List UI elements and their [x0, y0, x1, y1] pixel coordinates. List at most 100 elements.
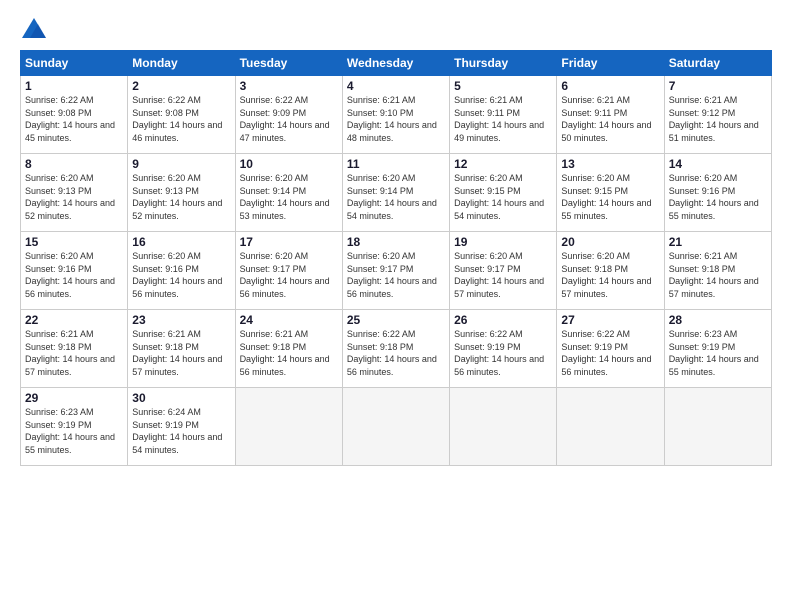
week-row-3: 22 Sunrise: 6:21 AM Sunset: 9:18 PM Dayl…	[21, 310, 772, 388]
day-number: 3	[240, 79, 338, 93]
calendar-cell: 26 Sunrise: 6:22 AM Sunset: 9:19 PM Dayl…	[450, 310, 557, 388]
day-info: Sunrise: 6:21 AM Sunset: 9:12 PM Dayligh…	[669, 94, 767, 144]
day-number: 12	[454, 157, 552, 171]
day-number: 17	[240, 235, 338, 249]
col-header-thursday: Thursday	[450, 51, 557, 76]
day-info: Sunrise: 6:20 AM Sunset: 9:16 PM Dayligh…	[132, 250, 230, 300]
calendar-cell	[235, 388, 342, 466]
day-number: 11	[347, 157, 445, 171]
week-row-4: 29 Sunrise: 6:23 AM Sunset: 9:19 PM Dayl…	[21, 388, 772, 466]
week-row-2: 15 Sunrise: 6:20 AM Sunset: 9:16 PM Dayl…	[21, 232, 772, 310]
day-number: 8	[25, 157, 123, 171]
calendar-cell: 13 Sunrise: 6:20 AM Sunset: 9:15 PM Dayl…	[557, 154, 664, 232]
calendar-cell: 14 Sunrise: 6:20 AM Sunset: 9:16 PM Dayl…	[664, 154, 771, 232]
col-header-tuesday: Tuesday	[235, 51, 342, 76]
calendar-cell: 22 Sunrise: 6:21 AM Sunset: 9:18 PM Dayl…	[21, 310, 128, 388]
day-number: 2	[132, 79, 230, 93]
day-info: Sunrise: 6:24 AM Sunset: 9:19 PM Dayligh…	[132, 406, 230, 456]
calendar-cell: 10 Sunrise: 6:20 AM Sunset: 9:14 PM Dayl…	[235, 154, 342, 232]
day-info: Sunrise: 6:21 AM Sunset: 9:10 PM Dayligh…	[347, 94, 445, 144]
day-number: 24	[240, 313, 338, 327]
day-number: 10	[240, 157, 338, 171]
day-info: Sunrise: 6:21 AM Sunset: 9:18 PM Dayligh…	[669, 250, 767, 300]
calendar-cell: 7 Sunrise: 6:21 AM Sunset: 9:12 PM Dayli…	[664, 76, 771, 154]
calendar-cell: 6 Sunrise: 6:21 AM Sunset: 9:11 PM Dayli…	[557, 76, 664, 154]
calendar-cell: 2 Sunrise: 6:22 AM Sunset: 9:08 PM Dayli…	[128, 76, 235, 154]
calendar-cell: 30 Sunrise: 6:24 AM Sunset: 9:19 PM Dayl…	[128, 388, 235, 466]
week-row-0: 1 Sunrise: 6:22 AM Sunset: 9:08 PM Dayli…	[21, 76, 772, 154]
day-number: 18	[347, 235, 445, 249]
calendar-cell: 4 Sunrise: 6:21 AM Sunset: 9:10 PM Dayli…	[342, 76, 449, 154]
day-number: 27	[561, 313, 659, 327]
col-header-saturday: Saturday	[664, 51, 771, 76]
calendar-cell: 1 Sunrise: 6:22 AM Sunset: 9:08 PM Dayli…	[21, 76, 128, 154]
day-info: Sunrise: 6:22 AM Sunset: 9:09 PM Dayligh…	[240, 94, 338, 144]
day-number: 16	[132, 235, 230, 249]
day-number: 4	[347, 79, 445, 93]
day-number: 19	[454, 235, 552, 249]
col-header-friday: Friday	[557, 51, 664, 76]
calendar-cell: 15 Sunrise: 6:20 AM Sunset: 9:16 PM Dayl…	[21, 232, 128, 310]
calendar-cell: 20 Sunrise: 6:20 AM Sunset: 9:18 PM Dayl…	[557, 232, 664, 310]
day-number: 15	[25, 235, 123, 249]
day-number: 29	[25, 391, 123, 405]
logo-icon	[20, 16, 48, 44]
day-number: 14	[669, 157, 767, 171]
day-info: Sunrise: 6:20 AM Sunset: 9:17 PM Dayligh…	[240, 250, 338, 300]
calendar-cell: 25 Sunrise: 6:22 AM Sunset: 9:18 PM Dayl…	[342, 310, 449, 388]
col-header-wednesday: Wednesday	[342, 51, 449, 76]
calendar-cell: 24 Sunrise: 6:21 AM Sunset: 9:18 PM Dayl…	[235, 310, 342, 388]
day-number: 9	[132, 157, 230, 171]
logo	[20, 16, 52, 44]
calendar-cell: 8 Sunrise: 6:20 AM Sunset: 9:13 PM Dayli…	[21, 154, 128, 232]
day-info: Sunrise: 6:20 AM Sunset: 9:15 PM Dayligh…	[454, 172, 552, 222]
calendar-cell: 16 Sunrise: 6:20 AM Sunset: 9:16 PM Dayl…	[128, 232, 235, 310]
day-number: 28	[669, 313, 767, 327]
calendar-cell: 23 Sunrise: 6:21 AM Sunset: 9:18 PM Dayl…	[128, 310, 235, 388]
calendar-table: SundayMondayTuesdayWednesdayThursdayFrid…	[20, 50, 772, 466]
day-number: 22	[25, 313, 123, 327]
day-info: Sunrise: 6:20 AM Sunset: 9:13 PM Dayligh…	[132, 172, 230, 222]
day-info: Sunrise: 6:20 AM Sunset: 9:17 PM Dayligh…	[454, 250, 552, 300]
calendar-cell	[450, 388, 557, 466]
day-number: 20	[561, 235, 659, 249]
week-row-1: 8 Sunrise: 6:20 AM Sunset: 9:13 PM Dayli…	[21, 154, 772, 232]
calendar-cell: 18 Sunrise: 6:20 AM Sunset: 9:17 PM Dayl…	[342, 232, 449, 310]
day-info: Sunrise: 6:22 AM Sunset: 9:18 PM Dayligh…	[347, 328, 445, 378]
day-info: Sunrise: 6:23 AM Sunset: 9:19 PM Dayligh…	[669, 328, 767, 378]
day-info: Sunrise: 6:20 AM Sunset: 9:14 PM Dayligh…	[240, 172, 338, 222]
calendar-cell: 5 Sunrise: 6:21 AM Sunset: 9:11 PM Dayli…	[450, 76, 557, 154]
day-info: Sunrise: 6:20 AM Sunset: 9:17 PM Dayligh…	[347, 250, 445, 300]
day-number: 1	[25, 79, 123, 93]
day-number: 13	[561, 157, 659, 171]
day-number: 7	[669, 79, 767, 93]
day-number: 30	[132, 391, 230, 405]
day-info: Sunrise: 6:21 AM Sunset: 9:11 PM Dayligh…	[454, 94, 552, 144]
calendar-cell: 17 Sunrise: 6:20 AM Sunset: 9:17 PM Dayl…	[235, 232, 342, 310]
calendar-cell: 9 Sunrise: 6:20 AM Sunset: 9:13 PM Dayli…	[128, 154, 235, 232]
day-number: 23	[132, 313, 230, 327]
calendar-cell: 28 Sunrise: 6:23 AM Sunset: 9:19 PM Dayl…	[664, 310, 771, 388]
calendar-cell: 3 Sunrise: 6:22 AM Sunset: 9:09 PM Dayli…	[235, 76, 342, 154]
day-info: Sunrise: 6:21 AM Sunset: 9:18 PM Dayligh…	[132, 328, 230, 378]
day-number: 5	[454, 79, 552, 93]
day-info: Sunrise: 6:22 AM Sunset: 9:08 PM Dayligh…	[25, 94, 123, 144]
calendar-cell	[664, 388, 771, 466]
day-info: Sunrise: 6:22 AM Sunset: 9:08 PM Dayligh…	[132, 94, 230, 144]
day-info: Sunrise: 6:20 AM Sunset: 9:18 PM Dayligh…	[561, 250, 659, 300]
day-info: Sunrise: 6:20 AM Sunset: 9:15 PM Dayligh…	[561, 172, 659, 222]
day-info: Sunrise: 6:23 AM Sunset: 9:19 PM Dayligh…	[25, 406, 123, 456]
day-info: Sunrise: 6:21 AM Sunset: 9:18 PM Dayligh…	[240, 328, 338, 378]
calendar-cell	[557, 388, 664, 466]
calendar-cell: 12 Sunrise: 6:20 AM Sunset: 9:15 PM Dayl…	[450, 154, 557, 232]
day-info: Sunrise: 6:20 AM Sunset: 9:16 PM Dayligh…	[669, 172, 767, 222]
calendar-cell: 19 Sunrise: 6:20 AM Sunset: 9:17 PM Dayl…	[450, 232, 557, 310]
day-number: 21	[669, 235, 767, 249]
col-header-sunday: Sunday	[21, 51, 128, 76]
day-number: 25	[347, 313, 445, 327]
page: SundayMondayTuesdayWednesdayThursdayFrid…	[0, 0, 792, 612]
calendar-cell: 21 Sunrise: 6:21 AM Sunset: 9:18 PM Dayl…	[664, 232, 771, 310]
header-row: SundayMondayTuesdayWednesdayThursdayFrid…	[21, 51, 772, 76]
day-number: 26	[454, 313, 552, 327]
col-header-monday: Monday	[128, 51, 235, 76]
